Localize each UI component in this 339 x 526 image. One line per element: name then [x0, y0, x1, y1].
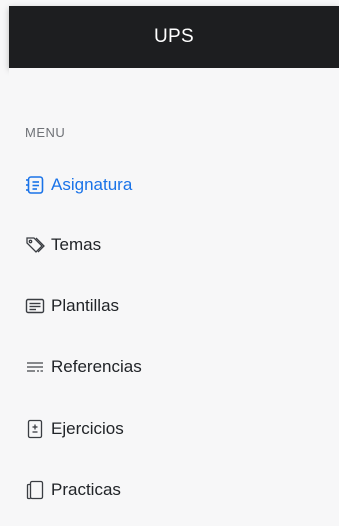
app-header: UPS	[9, 6, 339, 68]
sidebar-item-label: Referencias	[51, 357, 142, 376]
sidebar: MENU Asignatura Temas Plantillas Referen…	[9, 68, 339, 526]
sidebar-item-label: Practicas	[51, 480, 121, 499]
text-box-icon	[25, 296, 45, 316]
sidebar-item-label: Plantillas	[51, 296, 120, 315]
tags-icon	[25, 235, 45, 255]
sidebar-item-plantillas[interactable]: Plantillas	[25, 288, 315, 324]
sidebar-item-label: Asignatura	[51, 175, 133, 194]
sidebar-item-referencias[interactable]: Referencias	[25, 349, 315, 385]
list-doc-icon	[25, 175, 45, 195]
sidebar-item-label: Ejercicios	[51, 419, 124, 438]
app-title: UPS	[154, 26, 194, 47]
sidebar-item-asignatura[interactable]: Asignatura	[25, 167, 315, 203]
plus-minus-box-icon	[25, 419, 45, 439]
pages-icon	[25, 480, 45, 500]
menu-heading: MENU	[25, 125, 66, 140]
sidebar-item-ejercicios[interactable]: Ejercicios	[25, 411, 315, 447]
sidebar-item-label: Temas	[51, 235, 102, 254]
sidebar-item-temas[interactable]: Temas	[25, 227, 315, 263]
text-lines-icon	[25, 357, 45, 377]
sidebar-item-practicas[interactable]: Practicas	[25, 472, 315, 508]
